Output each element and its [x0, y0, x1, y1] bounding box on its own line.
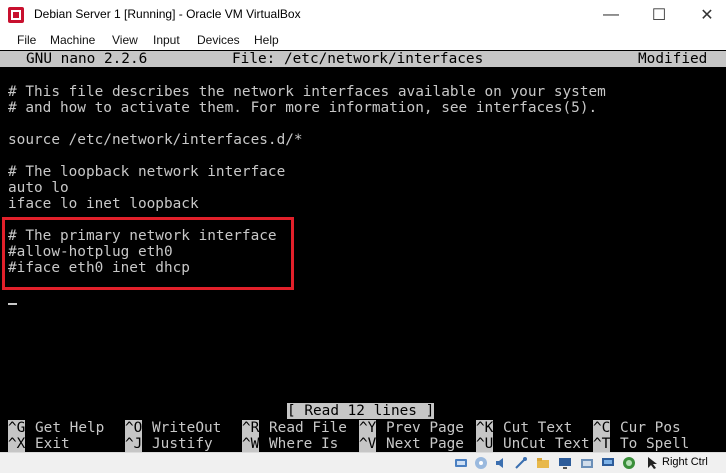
- shortcut-key-next-page: ^V: [359, 436, 377, 452]
- optical-drive-icon[interactable]: [474, 456, 488, 470]
- shortcut-key-uncut-text: ^U: [476, 436, 494, 452]
- menu-machine[interactable]: Machine: [50, 33, 95, 47]
- shortcut-label-to-spell: To Spell: [620, 436, 690, 452]
- window-titlebar: Debian Server 1 [Running] - Oracle VM Vi…: [0, 0, 726, 31]
- file-line-2: # and how to activate them. For more inf…: [8, 100, 598, 116]
- shortcut-label-exit: Exit: [35, 436, 70, 452]
- menu-bar: File Machine View Input Devices Help: [0, 30, 726, 50]
- menu-help[interactable]: Help: [254, 33, 279, 47]
- hard-disk-icon[interactable]: [454, 456, 468, 470]
- minimize-button[interactable]: —: [588, 0, 634, 30]
- shortcut-key-get-help: ^G: [8, 420, 26, 436]
- display-icon[interactable]: [558, 456, 572, 470]
- shortcut-label-cur-pos: Cur Pos: [620, 420, 681, 436]
- network-icon[interactable]: [601, 456, 615, 470]
- virtualbox-app-icon: [8, 7, 24, 23]
- file-line-8: iface lo inet loopback: [8, 196, 199, 212]
- shortcut-label-cut-text: Cut Text: [503, 420, 573, 436]
- shortcut-key-prev-page: ^Y: [359, 420, 377, 436]
- video-capture-icon[interactable]: [580, 456, 594, 470]
- usb-icon[interactable]: [514, 456, 528, 470]
- shortcut-label-where-is: Where Is: [269, 436, 339, 452]
- shortcut-key-justify: ^J: [125, 436, 143, 452]
- shortcut-label-get-help: Get Help: [35, 420, 105, 436]
- shortcut-label-read-file: Read File: [269, 420, 347, 436]
- shortcut-label-prev-page: Prev Page: [386, 420, 464, 436]
- nano-filename: File: /etc/network/interfaces: [232, 51, 484, 67]
- shortcut-key-cut-text: ^K: [476, 420, 494, 436]
- shortcut-key-exit: ^X: [8, 436, 26, 452]
- menu-file[interactable]: File: [17, 33, 36, 47]
- file-line-7: auto lo: [8, 180, 69, 196]
- shortcut-key-where-is: ^W: [242, 436, 260, 452]
- file-line-1: # This file describes the network interf…: [8, 84, 606, 100]
- maximize-button[interactable]: ☐: [636, 0, 682, 30]
- file-line-4: source /etc/network/interfaces.d/*: [8, 132, 303, 148]
- nano-status-message: [ Read 12 lines ]: [287, 403, 435, 419]
- shortcut-key-writeout: ^O: [125, 420, 143, 436]
- window-title: Debian Server 1 [Running] - Oracle VM Vi…: [34, 7, 301, 21]
- menu-devices[interactable]: Devices: [197, 33, 240, 47]
- host-key-label: Right Ctrl: [662, 456, 708, 468]
- nano-version: GNU nano 2.2.6: [26, 51, 148, 67]
- shortcut-key-to-spell: ^T: [593, 436, 611, 452]
- nano-header-bar: GNU nano 2.2.6 File: /etc/network/interf…: [0, 51, 726, 67]
- text-cursor: [8, 303, 17, 305]
- file-line-6: # The loopback network interface: [8, 164, 286, 180]
- shortcut-label-uncut-text: UnCut Text: [503, 436, 590, 452]
- vm-screen[interactable]: GNU nano 2.2.6 File: /etc/network/interf…: [0, 50, 726, 452]
- shortcut-label-next-page: Next Page: [386, 436, 464, 452]
- shared-folders-icon[interactable]: [536, 456, 550, 470]
- shortcut-label-writeout: WriteOut: [152, 420, 222, 436]
- mouse-integration-icon[interactable]: [646, 456, 659, 470]
- shortcut-key-read-file: ^R: [242, 420, 260, 436]
- cpu-icon[interactable]: [622, 456, 636, 470]
- annotation-highlight-box: [2, 217, 294, 290]
- vm-status-bar: Right Ctrl: [0, 452, 726, 473]
- menu-input[interactable]: Input: [153, 33, 180, 47]
- close-button[interactable]: ✕: [684, 0, 726, 30]
- audio-icon[interactable]: [494, 456, 508, 470]
- shortcut-key-cur-pos: ^C: [593, 420, 611, 436]
- menu-view[interactable]: View: [112, 33, 138, 47]
- nano-modified-status: Modified: [638, 51, 708, 67]
- shortcut-label-justify: Justify: [152, 436, 213, 452]
